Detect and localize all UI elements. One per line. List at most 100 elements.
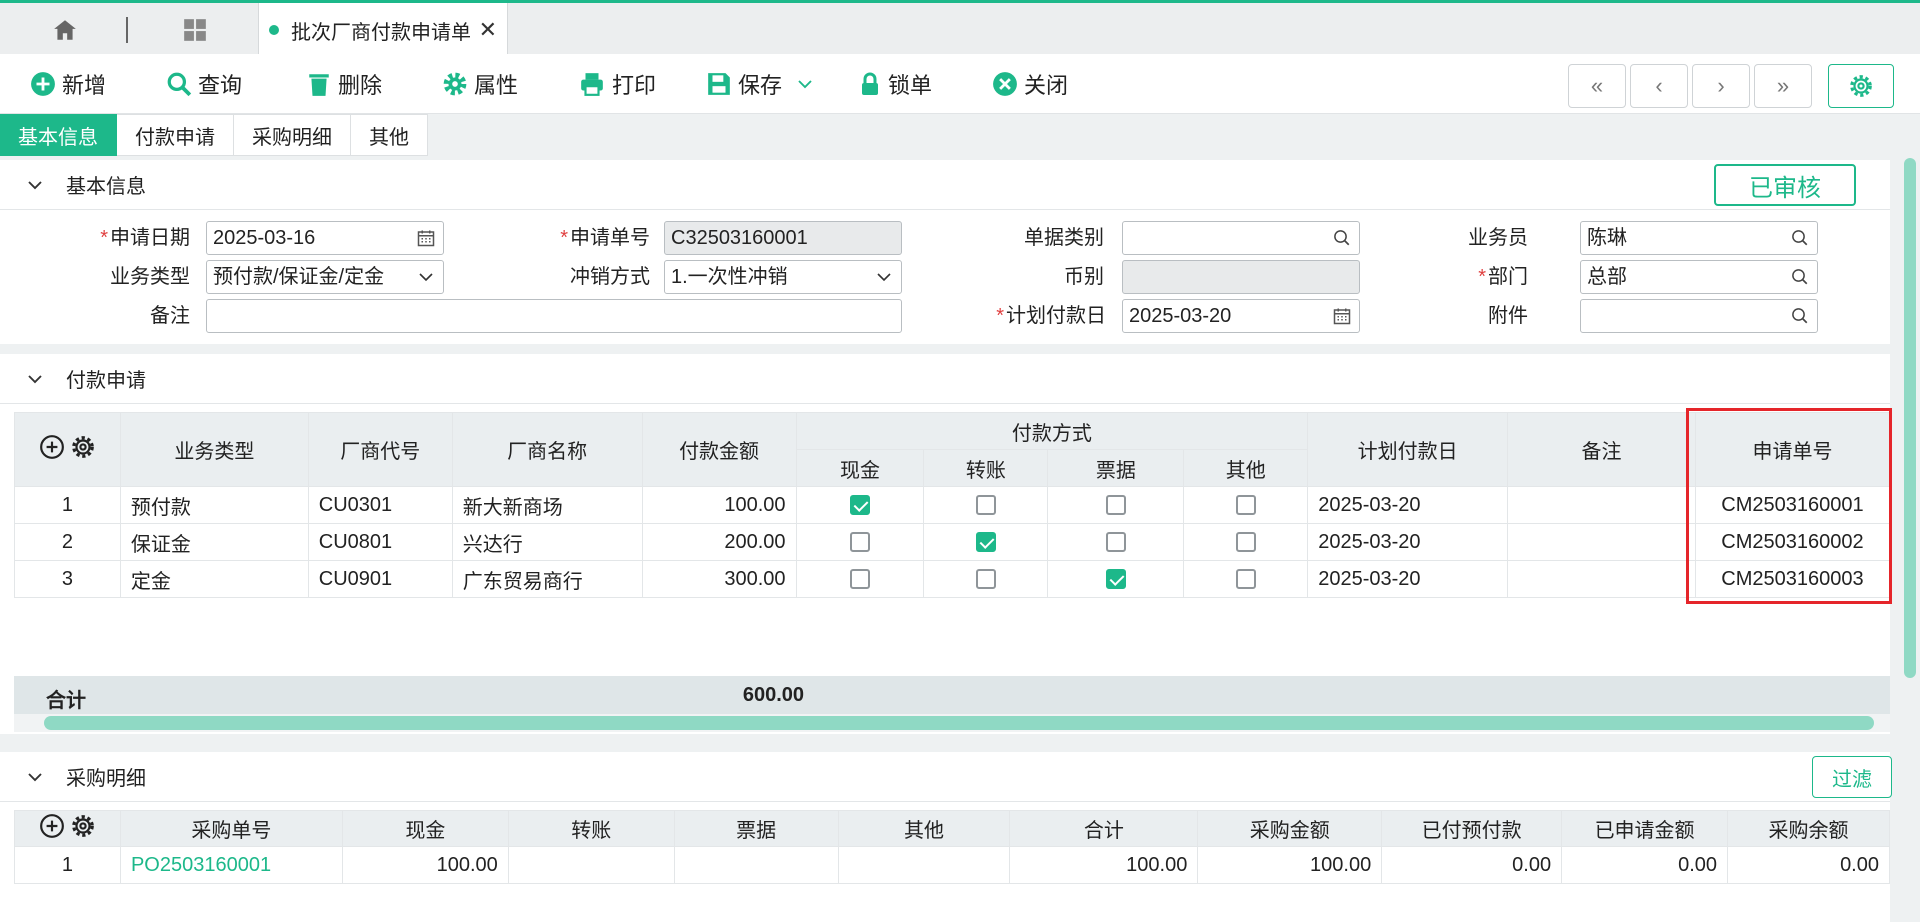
tab-payment-request[interactable]: 付款申请: [117, 114, 234, 156]
dept-field[interactable]: 总部: [1580, 260, 1818, 294]
toolbar: 新增 查询 删除 属性 打印 保存 锁单 关闭 « ‹ › »: [0, 54, 1920, 114]
writeoff-select[interactable]: 1.一次性冲销: [664, 260, 902, 294]
apps-button[interactable]: [170, 13, 220, 47]
bill-checkbox[interactable]: [1105, 532, 1126, 553]
remark-label: 备注: [150, 305, 190, 327]
col-amount[interactable]: 付款金额: [641, 412, 797, 487]
prev-record-button[interactable]: ‹: [1630, 64, 1688, 108]
add-row-icon[interactable]: [39, 813, 65, 839]
horizontal-scrollbar[interactable]: [14, 714, 1890, 732]
doc-type-field[interactable]: [1122, 221, 1360, 255]
apply-no-label: * 申请单号: [560, 227, 650, 249]
tab-purchase-detail[interactable]: 采购明细: [234, 114, 351, 156]
col-biz-type[interactable]: 业务类型: [119, 412, 309, 487]
col-bill[interactable]: 票据: [673, 810, 839, 847]
table-row[interactable]: 3 定金 CU0901 广东贸易商行 300.00 2025-03-20 CM2…: [14, 560, 1891, 598]
col-pay-method: 付款方式: [795, 412, 1309, 450]
table-row[interactable]: 1 PO2503160001 100.00 100.00 100.00 0.00…: [14, 846, 1890, 884]
col-remark[interactable]: 备注: [1507, 412, 1696, 487]
col-vendor-code[interactable]: 厂商代号: [307, 412, 453, 487]
biz-type-label: 业务类型: [110, 266, 190, 288]
document-tab[interactable]: 批次厂商付款申请单 ✕: [258, 3, 508, 57]
print-label: 打印: [612, 73, 657, 98]
purchase-header[interactable]: 采购明细: [0, 752, 1890, 802]
add-button[interactable]: 新增: [30, 68, 106, 100]
po-link[interactable]: PO2503160001: [119, 846, 343, 884]
remark-field[interactable]: [206, 299, 902, 333]
staff-field[interactable]: 陈琳: [1580, 221, 1818, 255]
table-row[interactable]: 1 预付款 CU0301 新大新商场 100.00 2025-03-20 CM2…: [14, 486, 1891, 524]
calendar-icon[interactable]: [1333, 307, 1351, 325]
next-record-button[interactable]: ›: [1692, 64, 1750, 108]
col-vendor-name[interactable]: 厂商名称: [451, 412, 643, 487]
add-row-icon[interactable]: [39, 434, 65, 460]
payment-header[interactable]: 付款申请: [0, 354, 1890, 404]
first-record-button[interactable]: «: [1568, 64, 1626, 108]
settings-button[interactable]: [1828, 64, 1894, 108]
col-transfer[interactable]: 转账: [507, 810, 675, 847]
home-button[interactable]: [40, 13, 90, 47]
close-label: 关闭: [1024, 73, 1069, 98]
close-button[interactable]: 关闭: [992, 68, 1068, 100]
bill-checkbox[interactable]: [1105, 495, 1126, 516]
other-checkbox[interactable]: [1235, 532, 1256, 553]
search-icon[interactable]: [1791, 307, 1809, 325]
tab-basic-info[interactable]: 基本信息: [0, 114, 117, 156]
col-balance[interactable]: 采购余额: [1727, 810, 1890, 847]
scrollbar-thumb[interactable]: [44, 716, 1874, 730]
col-other[interactable]: 其他: [837, 810, 1011, 847]
chevron-down-icon: [28, 180, 42, 189]
apply-no-field: C32503160001: [664, 221, 902, 255]
col-po-amount[interactable]: 采购金额: [1197, 810, 1383, 847]
close-tab-icon[interactable]: ✕: [479, 17, 497, 43]
filter-button[interactable]: 过滤: [1812, 756, 1892, 798]
lock-button[interactable]: 锁单: [858, 68, 932, 100]
properties-button[interactable]: 属性: [442, 68, 518, 100]
col-prepaid[interactable]: 已付预付款: [1381, 810, 1563, 847]
col-sum[interactable]: 合计: [1009, 810, 1199, 847]
col-cash[interactable]: 现金: [341, 810, 509, 847]
total-row: 合计 600.00: [14, 676, 1890, 714]
chevron-down-icon[interactable]: [796, 75, 814, 93]
bill-checkbox[interactable]: [1105, 569, 1126, 590]
attach-field[interactable]: [1580, 299, 1818, 333]
tab-other[interactable]: 其他: [351, 114, 428, 156]
other-checkbox[interactable]: [1235, 495, 1256, 516]
search-icon[interactable]: [1791, 268, 1809, 286]
col-bill[interactable]: 票据: [1047, 449, 1185, 487]
print-button[interactable]: 打印: [578, 68, 656, 100]
transfer-checkbox[interactable]: [975, 569, 996, 590]
floppy-icon: [708, 73, 730, 95]
biz-type-select[interactable]: 预付款/保证金/定金: [206, 260, 444, 294]
col-plan-date[interactable]: 计划付款日: [1307, 412, 1509, 487]
cash-checkbox[interactable]: [849, 569, 870, 590]
purchase-title: 采购明细: [66, 768, 146, 790]
other-checkbox[interactable]: [1235, 569, 1256, 590]
transfer-checkbox[interactable]: [975, 495, 996, 516]
col-applied[interactable]: 已申请金额: [1561, 810, 1729, 847]
last-record-button[interactable]: »: [1754, 64, 1812, 108]
cash-checkbox[interactable]: [849, 532, 870, 553]
delete-button[interactable]: 删除: [306, 68, 382, 100]
query-button[interactable]: 查询: [166, 68, 242, 100]
col-cash[interactable]: 现金: [795, 449, 925, 487]
cash-checkbox[interactable]: [849, 495, 870, 516]
calendar-icon[interactable]: [417, 229, 435, 247]
plan-date-field[interactable]: 2025-03-20: [1122, 299, 1360, 333]
save-button[interactable]: 保存: [706, 68, 820, 100]
transfer-checkbox[interactable]: [975, 532, 996, 553]
total-label: 合计: [46, 690, 86, 712]
close-circle-icon: [993, 72, 1017, 96]
column-settings-icon[interactable]: [70, 813, 96, 839]
apply-date-label: * 申请日期: [100, 227, 190, 249]
col-transfer[interactable]: 转账: [923, 449, 1049, 487]
vertical-scrollbar[interactable]: [1904, 158, 1916, 678]
column-settings-icon[interactable]: [70, 434, 96, 460]
table-row[interactable]: 2 保证金 CU0801 兴达行 200.00 2025-03-20 CM250…: [14, 523, 1891, 561]
search-icon[interactable]: [1791, 229, 1809, 247]
col-po-no[interactable]: 采购单号: [119, 810, 343, 847]
basic-info-header[interactable]: 基本信息: [0, 160, 1890, 210]
search-icon[interactable]: [1333, 229, 1351, 247]
col-other[interactable]: 其他: [1183, 449, 1309, 487]
apply-date-field[interactable]: 2025-03-16: [206, 221, 444, 255]
